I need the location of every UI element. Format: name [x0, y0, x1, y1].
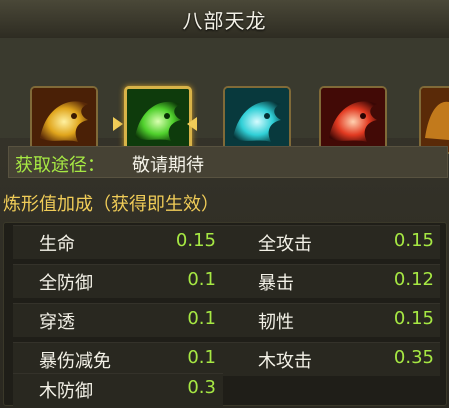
dragon-icon-partial [421, 88, 449, 152]
dragon-slot-green[interactable] [124, 86, 192, 154]
stat-label: 木攻击 [258, 351, 312, 372]
stat-label: 穿透 [39, 312, 75, 333]
title-bar: 八部天龙 [0, 0, 449, 39]
stat-label: 暴伤减免 [39, 351, 111, 372]
source-bar: 获取途径： 敬请期待 [8, 146, 448, 178]
stat-value: 0.35 [393, 347, 434, 368]
selection-arrow-right-icon [187, 117, 197, 131]
selection-arrow-left-icon [113, 117, 123, 131]
dragon-slot-red[interactable] [319, 86, 387, 154]
cyan-dragon-icon [225, 88, 289, 152]
stat-value: 0.15 [393, 308, 434, 329]
stat-value: 0.15 [175, 230, 216, 251]
dragon-slot-cyan[interactable] [223, 86, 291, 154]
dragon-slot-gold[interactable] [30, 86, 98, 154]
red-dragon-icon [321, 88, 385, 152]
stat-label: 暴击 [258, 273, 294, 294]
stat-value: 0.15 [393, 230, 434, 251]
bonus-title: 炼形值加成（获得即生效） [3, 194, 219, 215]
stat-label: 全攻击 [258, 234, 312, 255]
source-value: 敬请期待 [132, 155, 204, 176]
gold-dragon-icon [32, 88, 96, 152]
stat-value: 0.12 [393, 269, 434, 290]
source-label: 获取途径： [15, 155, 105, 176]
stat-value: 0.1 [187, 308, 216, 329]
stat-value: 0.1 [187, 269, 216, 290]
dragon-panel: 八部天龙 获取途径： 敬请期待 炼形值加成（获得即生效） 生命 0.15 全攻击… [0, 0, 449, 408]
stat-label: 韧性 [258, 312, 294, 333]
stat-label: 全防御 [39, 273, 93, 294]
stat-label: 生命 [39, 234, 75, 255]
stats-box: 生命 0.15 全攻击 0.15 全防御 0.1 暴击 0.12 穿透 0.1 … [3, 222, 447, 407]
stat-label: 木防御 [39, 381, 93, 402]
panel-title: 八部天龙 [182, 9, 267, 33]
stat-value: 0.3 [187, 377, 216, 398]
dragon-icon-strip [0, 38, 449, 154]
green-dragon-icon [127, 89, 189, 151]
dragon-slot-partial[interactable] [419, 86, 449, 154]
stat-value: 0.1 [187, 347, 216, 368]
